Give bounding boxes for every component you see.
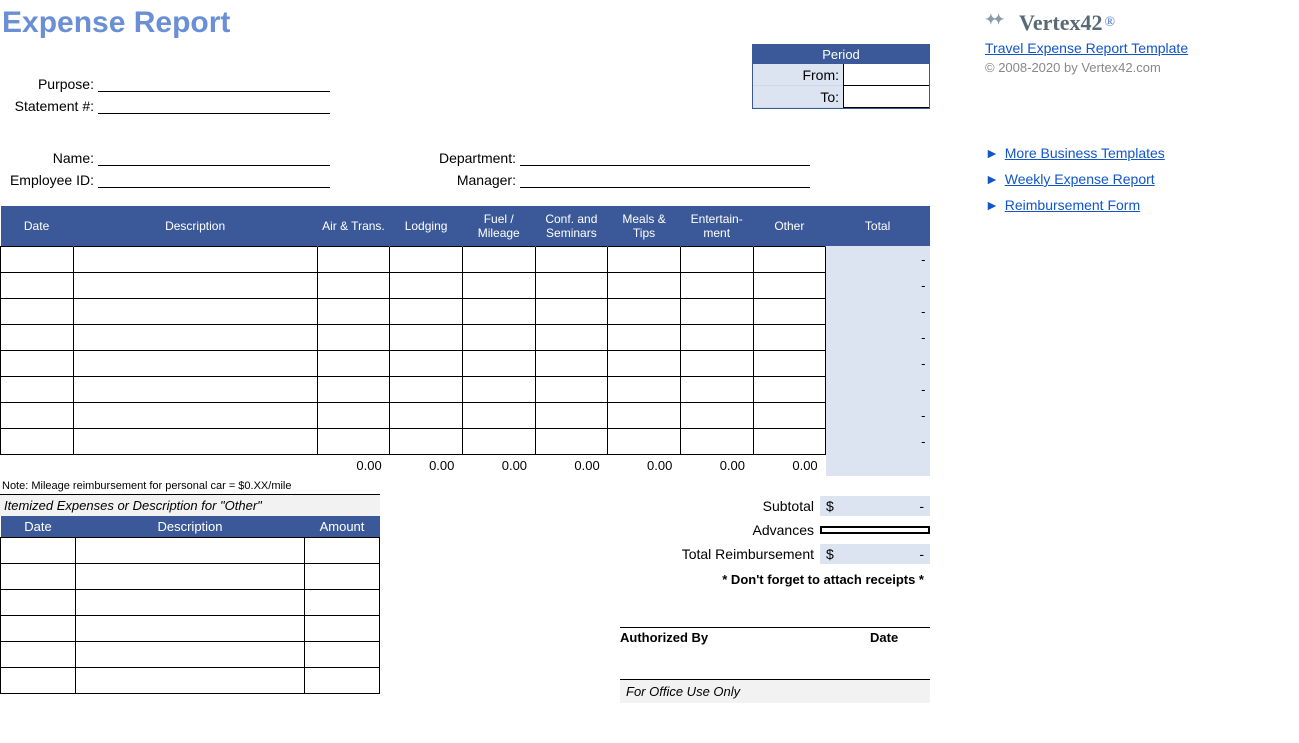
table-row[interactable]: - <box>1 324 930 350</box>
table-row[interactable]: - <box>1 272 930 298</box>
itemized-table: Date Description Amount <box>0 516 380 694</box>
purpose-input[interactable] <box>98 74 330 92</box>
link-business-templates[interactable]: More Business Templates <box>1005 145 1165 161</box>
manager-label: Manager: <box>410 172 520 188</box>
arrow-icon: ► <box>985 145 999 161</box>
itemized-row[interactable] <box>1 616 380 642</box>
vertex42-logo: Vertex42® <box>985 10 1289 36</box>
itemized-title: Itemized Expenses or Description for "Ot… <box>0 494 380 516</box>
auth-date-label: Date <box>870 630 930 645</box>
arrow-icon: ► <box>985 197 999 213</box>
template-link[interactable]: Travel Expense Report Template <box>985 40 1188 56</box>
col-description: Description <box>73 206 317 246</box>
col-conf: Conf. and Seminars <box>535 206 608 246</box>
period-to-input[interactable] <box>843 86 929 108</box>
itemized-col-date: Date <box>1 516 76 538</box>
col-lodging: Lodging <box>390 206 463 246</box>
period-to-label: To: <box>753 86 843 108</box>
advances-input[interactable] <box>820 526 930 534</box>
link-reimbursement-form[interactable]: Reimbursement Form <box>1005 197 1140 213</box>
expense-table: Date Description Air & Trans. Lodging Fu… <box>0 206 930 476</box>
link-weekly-expense[interactable]: Weekly Expense Report <box>1005 171 1155 187</box>
itemized-row[interactable] <box>1 668 380 694</box>
purpose-label: Purpose: <box>0 76 98 92</box>
itemized-row[interactable] <box>1 538 380 564</box>
col-air: Air & Trans. <box>317 206 390 246</box>
col-other: Other <box>753 206 826 246</box>
itemized-col-amount: Amount <box>305 516 380 538</box>
col-total: Total <box>826 206 930 246</box>
table-row[interactable]: - <box>1 428 930 454</box>
col-meals: Meals & Tips <box>608 206 681 246</box>
total-reimbursement-label: Total Reimbursement <box>520 546 820 562</box>
subtotal-label: Subtotal <box>520 498 820 514</box>
office-use-label: For Office Use Only <box>620 679 930 703</box>
arrow-icon: ► <box>985 171 999 187</box>
col-entertain: Entertain-ment <box>680 206 753 246</box>
itemized-row[interactable] <box>1 642 380 668</box>
col-date: Date <box>1 206 74 246</box>
copyright: © 2008-2020 by Vertex42.com <box>985 60 1289 75</box>
receipts-reminder: * Don't forget to attach receipts * <box>420 566 930 587</box>
advances-label: Advances <box>520 522 820 538</box>
period-from-label: From: <box>753 64 843 86</box>
period-from-input[interactable] <box>843 64 929 86</box>
total-reimbursement-value: $- <box>820 544 930 564</box>
itemized-row[interactable] <box>1 564 380 590</box>
department-label: Department: <box>410 150 520 166</box>
name-input[interactable] <box>98 148 330 166</box>
table-row[interactable]: - <box>1 402 930 428</box>
department-input[interactable] <box>520 148 810 166</box>
manager-input[interactable] <box>520 170 810 188</box>
statement-input[interactable] <box>98 96 330 114</box>
mileage-note: Note: Mileage reimbursement for personal… <box>0 476 930 494</box>
period-box: Period From: To: <box>752 44 930 109</box>
authorized-by-label: Authorized By <box>620 630 870 645</box>
statement-label: Statement #: <box>0 98 98 114</box>
itemized-row[interactable] <box>1 590 380 616</box>
col-fuel: Fuel / Mileage <box>462 206 535 246</box>
employee-id-label: Employee ID: <box>0 172 98 188</box>
subtotal-value: $- <box>820 496 930 516</box>
table-row[interactable]: - <box>1 298 930 324</box>
period-header: Period <box>753 45 929 64</box>
employee-id-input[interactable] <box>98 170 330 188</box>
name-label: Name: <box>0 150 98 166</box>
column-totals-row: 0.00 0.00 0.00 0.00 0.00 0.00 0.00 <box>1 454 930 476</box>
itemized-col-desc: Description <box>76 516 305 538</box>
table-row[interactable]: - <box>1 350 930 376</box>
logo-icon <box>985 12 1013 34</box>
table-row[interactable]: - <box>1 246 930 272</box>
table-row[interactable]: - <box>1 376 930 402</box>
page-title: Expense Report <box>0 0 930 42</box>
